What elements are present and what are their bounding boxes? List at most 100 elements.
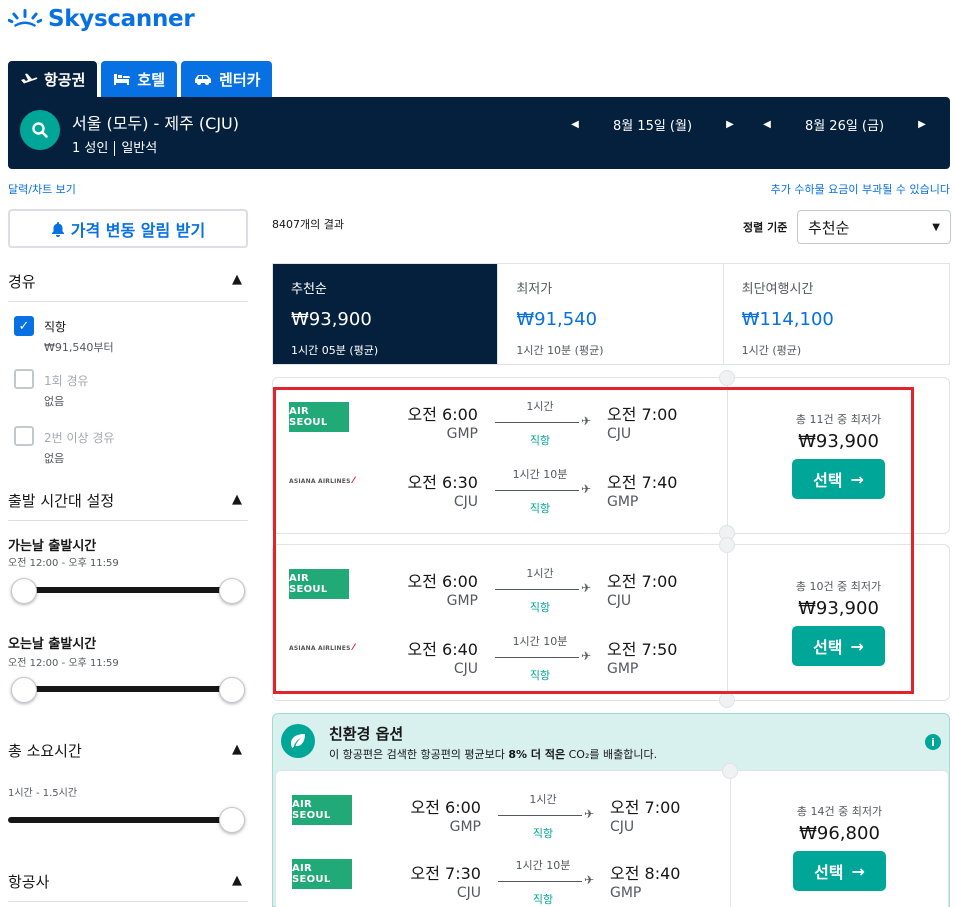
baggage-fee-link[interactable]: 추가 수하물 요금이 부과될 수 있습니다 — [771, 181, 950, 197]
search-button[interactable] — [20, 110, 60, 150]
sort-tab-duration: 1시간 10분 (평균) — [516, 344, 604, 357]
slider-handle-min[interactable] — [11, 677, 37, 703]
stops-label: 직항 — [532, 893, 554, 906]
car-icon — [195, 75, 212, 85]
divider — [8, 301, 248, 302]
duration-range: 1시간 - 1.5시간 — [8, 788, 78, 799]
sort-tab-price: ₩93,900 — [291, 309, 372, 330]
airline-logo: AIR SEOUL — [292, 859, 352, 889]
duration-slider[interactable] — [8, 817, 234, 823]
plane-icon: ✈ — [584, 873, 595, 887]
stop-option-label: 2번 이상 경유 — [44, 431, 115, 445]
sort-select[interactable]: 추천순 ▼ — [797, 210, 951, 244]
flight-result-card[interactable]: AIR SEOUL 오전 6:00 GMP 1시간 ✈ 직항 오전 7:00 C… — [275, 763, 949, 907]
airline-logo: AIR SEOUL — [292, 795, 352, 825]
tab-fastest[interactable]: 최단여행시간 ₩114,100 1시간 (평균) — [724, 264, 949, 364]
sort-tab-title: 최저가 — [516, 282, 553, 297]
depart-date[interactable]: 8월 15일 (월) — [585, 115, 720, 134]
return-time-slider[interactable] — [20, 686, 232, 692]
calendar-view-link[interactable]: 달력/차트 보기 — [8, 181, 76, 197]
product-tabs: 항공권 호텔 렌터카 — [8, 61, 273, 97]
tab-best[interactable]: 추천순 ₩93,900 1시간 05분 (평균) — [273, 264, 499, 364]
bed-icon — [114, 74, 131, 85]
price-alert-button[interactable]: 가격 변동 알림 받기 — [8, 209, 248, 248]
route-line — [498, 815, 582, 816]
leaf-icon — [281, 724, 315, 758]
select-label: 선택 — [814, 863, 844, 882]
skyscanner-logo[interactable]: Skyscanner — [8, 6, 195, 32]
caret-down-icon: ▼ — [932, 221, 940, 233]
arrival-airport: CJU — [610, 819, 635, 835]
outbound-time-slider[interactable] — [20, 587, 232, 593]
departure-airport: CJU — [456, 885, 481, 901]
chevron-up-icon[interactable]: ▲ — [232, 272, 242, 287]
arrow-right-icon: → — [851, 861, 865, 881]
eco-title: 친환경 옵션 — [329, 725, 404, 743]
search-icon — [32, 122, 48, 138]
eco-co2: CO₂ — [568, 748, 590, 761]
chevron-up-icon[interactable]: ▲ — [232, 873, 242, 888]
plane-icon — [21, 73, 38, 84]
direct-checkbox[interactable]: ✓ — [14, 316, 34, 336]
sunburst-logo-icon — [8, 9, 42, 27]
return-time-range: 오전 12:00 - 오후 11:59 — [8, 658, 119, 669]
outbound-time-label: 가는날 출발시간 — [8, 539, 97, 554]
sort-tab-title: 추천순 — [291, 282, 327, 297]
outbound-time-range: 오전 12:00 - 오후 11:59 — [8, 558, 119, 569]
stop-option-price: 없음 — [44, 395, 65, 408]
passenger-cabin[interactable]: 1 성인 일반석 — [72, 137, 157, 156]
arrival-airport: GMP — [610, 885, 642, 901]
passengers: 1 성인 — [72, 141, 109, 156]
stops-label: 직항 — [532, 827, 554, 840]
sort-tab-title: 최단여행시간 — [741, 282, 814, 297]
sort-tab-duration: 1시간 (평균) — [741, 344, 802, 357]
depart-date-picker: ◀ 8월 15일 (월) ▶ — [565, 115, 740, 134]
info-icon[interactable]: i — [925, 734, 941, 750]
slider-handle-max[interactable] — [219, 807, 245, 833]
flight-leg-outbound: AIR SEOUL 오전 6:00 GMP 1시간 ✈ 직항 오전 7:00 C… — [276, 787, 730, 847]
tab-hotels[interactable]: 호텔 — [101, 61, 178, 97]
brand-name: Skyscanner — [48, 6, 195, 32]
chevron-up-icon[interactable]: ▲ — [232, 742, 242, 757]
slider-handle-max[interactable] — [219, 677, 245, 703]
flight-duration: 1시간 10분 — [515, 859, 571, 872]
alert-label: 가격 변동 알림 받기 — [70, 220, 206, 240]
tab-car-hire[interactable]: 렌터카 — [181, 61, 273, 97]
stop-option-price: 없음 — [44, 452, 65, 465]
checkmark-icon: ✓ — [18, 318, 30, 334]
sort-tabs: 추천순 ₩93,900 1시간 05분 (평균) 최저가 ₩91,540 1시간… — [272, 263, 950, 365]
chevron-up-icon[interactable]: ▲ — [232, 492, 242, 507]
two-plus-stops-checkbox[interactable] — [14, 426, 34, 446]
select-button[interactable]: 선택 → — [793, 851, 886, 891]
flight-leg-return: AIR SEOUL 오전 7:30 CJU 1시간 10분 ✈ 직항 오전 8:… — [276, 855, 730, 907]
eco-text-bold: 8% 더 적은 — [508, 748, 566, 761]
prev-date-icon[interactable]: ◀ — [565, 119, 585, 130]
highlight-frame — [273, 387, 914, 694]
sort-tab-price: ₩91,540 — [516, 309, 598, 330]
departure-times-title: 출발 시간대 설정 — [8, 492, 115, 510]
tab-label: 호텔 — [137, 70, 166, 89]
one-stop-checkbox[interactable] — [14, 369, 34, 389]
return-time-label: 오는날 출발시간 — [8, 637, 97, 652]
next-date-icon[interactable]: ▶ — [720, 119, 740, 130]
slider-handle-max[interactable] — [219, 578, 245, 604]
sort-tab-duration: 1시간 05분 (평균) — [291, 344, 379, 357]
eco-description: 이 항공편은 검색한 항공편의 평균보다 8% 더 적은 CO₂를 배출합니다. — [329, 746, 657, 762]
prev-date-icon[interactable]: ◀ — [757, 119, 777, 130]
bell-icon — [51, 221, 64, 237]
tab-label: 항공권 — [44, 70, 86, 89]
return-date[interactable]: 8월 26일 (금) — [777, 115, 912, 134]
route-text[interactable]: 서울 (모두) - 제주 (CJU) — [72, 110, 239, 134]
airlines-filter-title: 항공사 — [8, 873, 50, 891]
tab-flights[interactable]: 항공권 — [8, 61, 98, 97]
departure-time: 오전 7:30 — [410, 864, 481, 883]
duration-filter-title: 총 소요시간 — [8, 742, 82, 760]
flight-duration: 1시간 — [529, 793, 557, 806]
tab-cheapest[interactable]: 최저가 ₩91,540 1시간 10분 (평균) — [498, 264, 724, 364]
slider-handle-min[interactable] — [11, 578, 37, 604]
deals-count: 총 14건 중 최저가 — [796, 805, 883, 818]
next-date-icon[interactable]: ▶ — [912, 119, 932, 130]
search-summary-bar: 서울 (모두) - 제주 (CJU) 1 성인 일반석 ◀ 8월 15일 (월) … — [8, 97, 950, 169]
departure-airport: GMP — [449, 819, 481, 835]
sort-tab-price: ₩114,100 — [741, 309, 834, 330]
